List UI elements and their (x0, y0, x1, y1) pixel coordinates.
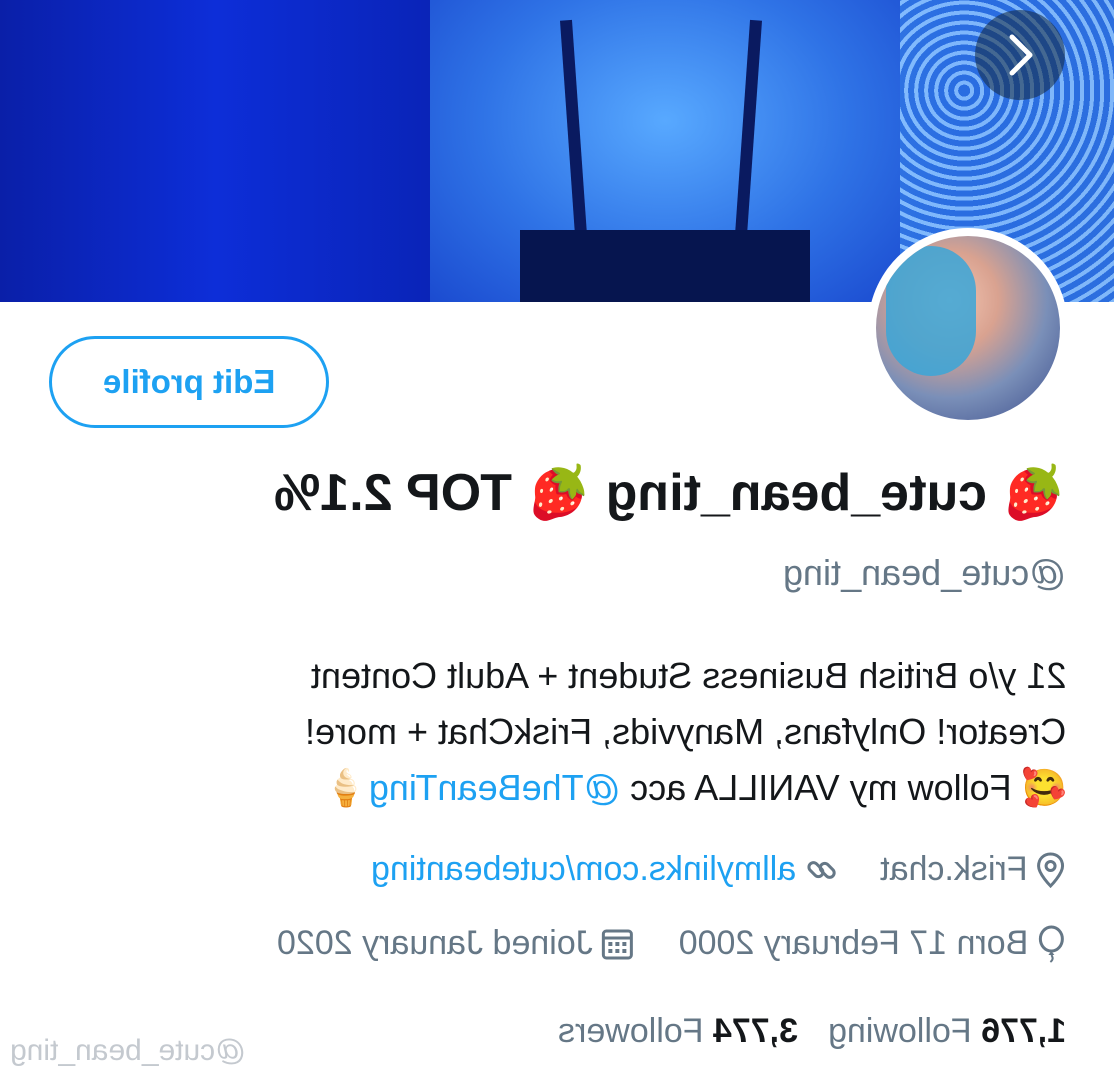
location-pin-icon (1036, 851, 1066, 888)
edit-profile-label: Edit profile (102, 363, 276, 400)
watermark: @cute_bean_ting (10, 1034, 246, 1068)
banner-top (520, 230, 810, 302)
link-icon (805, 853, 839, 887)
location-item: Frisk.chat (881, 850, 1066, 889)
bio-line-3-text: Follow my VANILLA acc (619, 767, 1022, 808)
born-text: Born 17 February 2000 (678, 924, 1028, 962)
profile-meta-row-1-content: Frisk.chat allmylinks.com/cutebeanting (371, 850, 1066, 889)
born-item: Born 17 February 2000 (678, 924, 1066, 963)
vanilla-account-mention[interactable]: @TheBeanTing (368, 767, 619, 808)
joined-item: Joined January 2020 (277, 924, 635, 963)
watermark-text: @cute_bean_ting (10, 1034, 246, 1067)
followers-label: Followers (557, 1012, 713, 1050)
banner-curtain (0, 0, 430, 302)
joined-text: Joined January 2020 (276, 924, 593, 962)
following-link[interactable]: 1,776 Following (828, 1012, 1066, 1051)
edit-profile-button[interactable]: Edit profile (49, 336, 329, 428)
next-image-button[interactable] (975, 10, 1065, 100)
bio-line-2: Creator! Onlyfans, Manyvids, FriskChat +… (304, 711, 1066, 752)
handle-text: @cute_bean_ting (783, 552, 1066, 593)
follow-counts-content: 1,776 Following 3,774 Followers (558, 1012, 1066, 1051)
profile-meta-row-1: Frisk.chat allmylinks.com/cutebeanting (371, 850, 1066, 889)
follow-counts: 1,776 Following 3,774 Followers (558, 1012, 1066, 1051)
bio-line-1: 21 y/o British Business Student + Adult … (310, 655, 1066, 696)
location-text: Frisk.chat (880, 850, 1028, 888)
ice-cream-emoji: 🍦 (323, 767, 369, 808)
followers-count: 3,774 (712, 1012, 798, 1050)
following-count: 1,776 (980, 1012, 1066, 1050)
profile-meta-row-2: Born 17 February 2000 Joined January 202… (277, 924, 1066, 963)
followers-link[interactable]: 3,774 Followers (558, 1012, 798, 1051)
profile-handle: @cute_bean_ting (783, 552, 1066, 594)
website-link[interactable]: allmylinks.com/cutebeanting (371, 850, 796, 889)
chevron-right-icon (1000, 33, 1040, 77)
balloon-icon (1036, 925, 1066, 963)
profile-meta-row-2-content: Born 17 February 2000 Joined January 202… (277, 924, 1066, 963)
avatar-hair (886, 246, 976, 376)
display-name-text: 🍓 cute_bean_ting 🍓 TOP 2.1% (273, 464, 1066, 522)
display-name: 🍓 cute_bean_ting 🍓 TOP 2.1% (274, 462, 1066, 523)
smiling-hearts-emoji: 🥰 (1021, 767, 1066, 808)
avatar[interactable] (868, 228, 1068, 428)
avatar-image (876, 236, 1060, 420)
bio-line-3: 🥰 Follow my VANILLA acc @TheBeanTing 🍦 (324, 760, 1066, 816)
website-item[interactable]: allmylinks.com/cutebeanting (371, 850, 838, 889)
calendar-icon (600, 927, 634, 961)
following-label: Following (827, 1012, 981, 1050)
profile-bio: 21 y/o British Business Student + Adult … (56, 648, 1066, 816)
